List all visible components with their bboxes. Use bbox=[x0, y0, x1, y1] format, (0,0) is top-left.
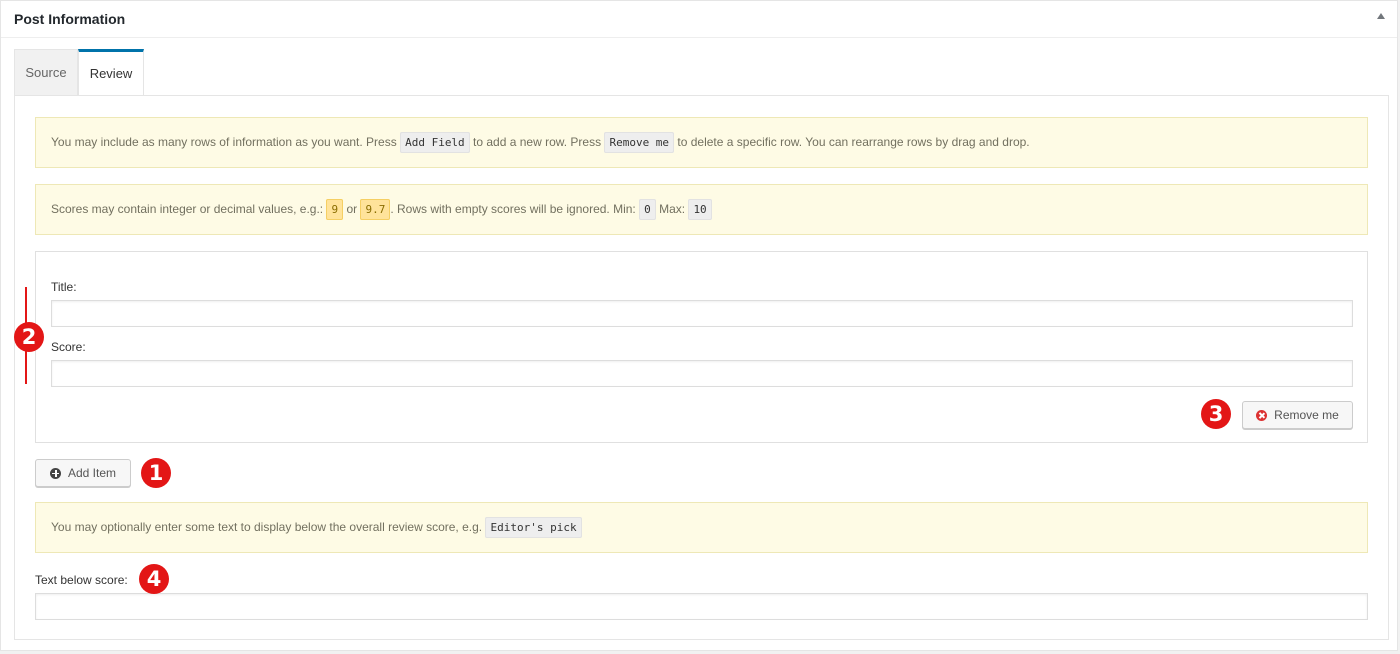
notice-text: You may optionally enter some text to di… bbox=[51, 520, 483, 534]
title-input[interactable] bbox=[51, 300, 1353, 327]
text-below-score-label: Text below score: bbox=[35, 573, 128, 587]
notice-text: to add a new row. Press bbox=[473, 135, 602, 149]
score-label: Score: bbox=[51, 340, 86, 354]
remove-circle-icon bbox=[1256, 409, 1268, 421]
metabox-title: Post Information bbox=[14, 11, 126, 27]
notice-text: or bbox=[346, 202, 358, 216]
example-decimal-code: 9.7 bbox=[360, 199, 391, 220]
remove-me-label: Remove me bbox=[1274, 408, 1339, 422]
notice-text: to delete a specific row. You can rearra… bbox=[677, 135, 1030, 149]
remove-me-code: Remove me bbox=[604, 132, 675, 153]
title-label: Title: bbox=[51, 280, 77, 294]
review-tab-panel: You may include as many rows of informat… bbox=[14, 95, 1389, 640]
notice-text: Scores may contain integer or decimal va… bbox=[51, 202, 324, 216]
add-item-button[interactable]: Add Item bbox=[35, 459, 131, 487]
notice-text: . Rows with empty scores will be ignored… bbox=[390, 202, 636, 216]
review-item-row[interactable]: Title: Score: Remove me bbox=[35, 251, 1368, 443]
plus-circle-icon bbox=[49, 467, 61, 479]
notice-text: You may include as many rows of informat… bbox=[51, 135, 397, 149]
collapse-arrow-icon[interactable] bbox=[1377, 13, 1385, 19]
example-integer-code: 9 bbox=[326, 199, 344, 220]
notice-text: Max: bbox=[659, 202, 686, 216]
editors-pick-code: Editor's pick bbox=[485, 517, 582, 538]
scores-notice: Scores may contain integer or decimal va… bbox=[35, 184, 1368, 235]
tab-source[interactable]: Source bbox=[14, 49, 78, 95]
max-value-code: 10 bbox=[688, 199, 712, 220]
marker-3-badge: 3 bbox=[1201, 399, 1231, 429]
add-item-label: Add Item bbox=[67, 466, 117, 480]
post-information-metabox: Post Information Source Review You may i… bbox=[0, 0, 1398, 651]
remove-me-button[interactable]: Remove me bbox=[1242, 401, 1353, 429]
text-below-score-input[interactable] bbox=[35, 593, 1368, 620]
marker-4-badge: 4 bbox=[139, 564, 169, 594]
marker-1-badge: 1 bbox=[141, 458, 171, 488]
marker-2-badge: 2 bbox=[14, 322, 44, 352]
metabox-header[interactable]: Post Information bbox=[1, 1, 1397, 38]
score-input[interactable] bbox=[51, 360, 1353, 387]
min-value-code: 0 bbox=[639, 199, 656, 220]
text-below-notice: You may optionally enter some text to di… bbox=[35, 502, 1368, 553]
add-field-code: Add Field bbox=[400, 132, 470, 153]
tab-review[interactable]: Review bbox=[78, 49, 144, 96]
rows-notice: You may include as many rows of informat… bbox=[35, 117, 1368, 168]
